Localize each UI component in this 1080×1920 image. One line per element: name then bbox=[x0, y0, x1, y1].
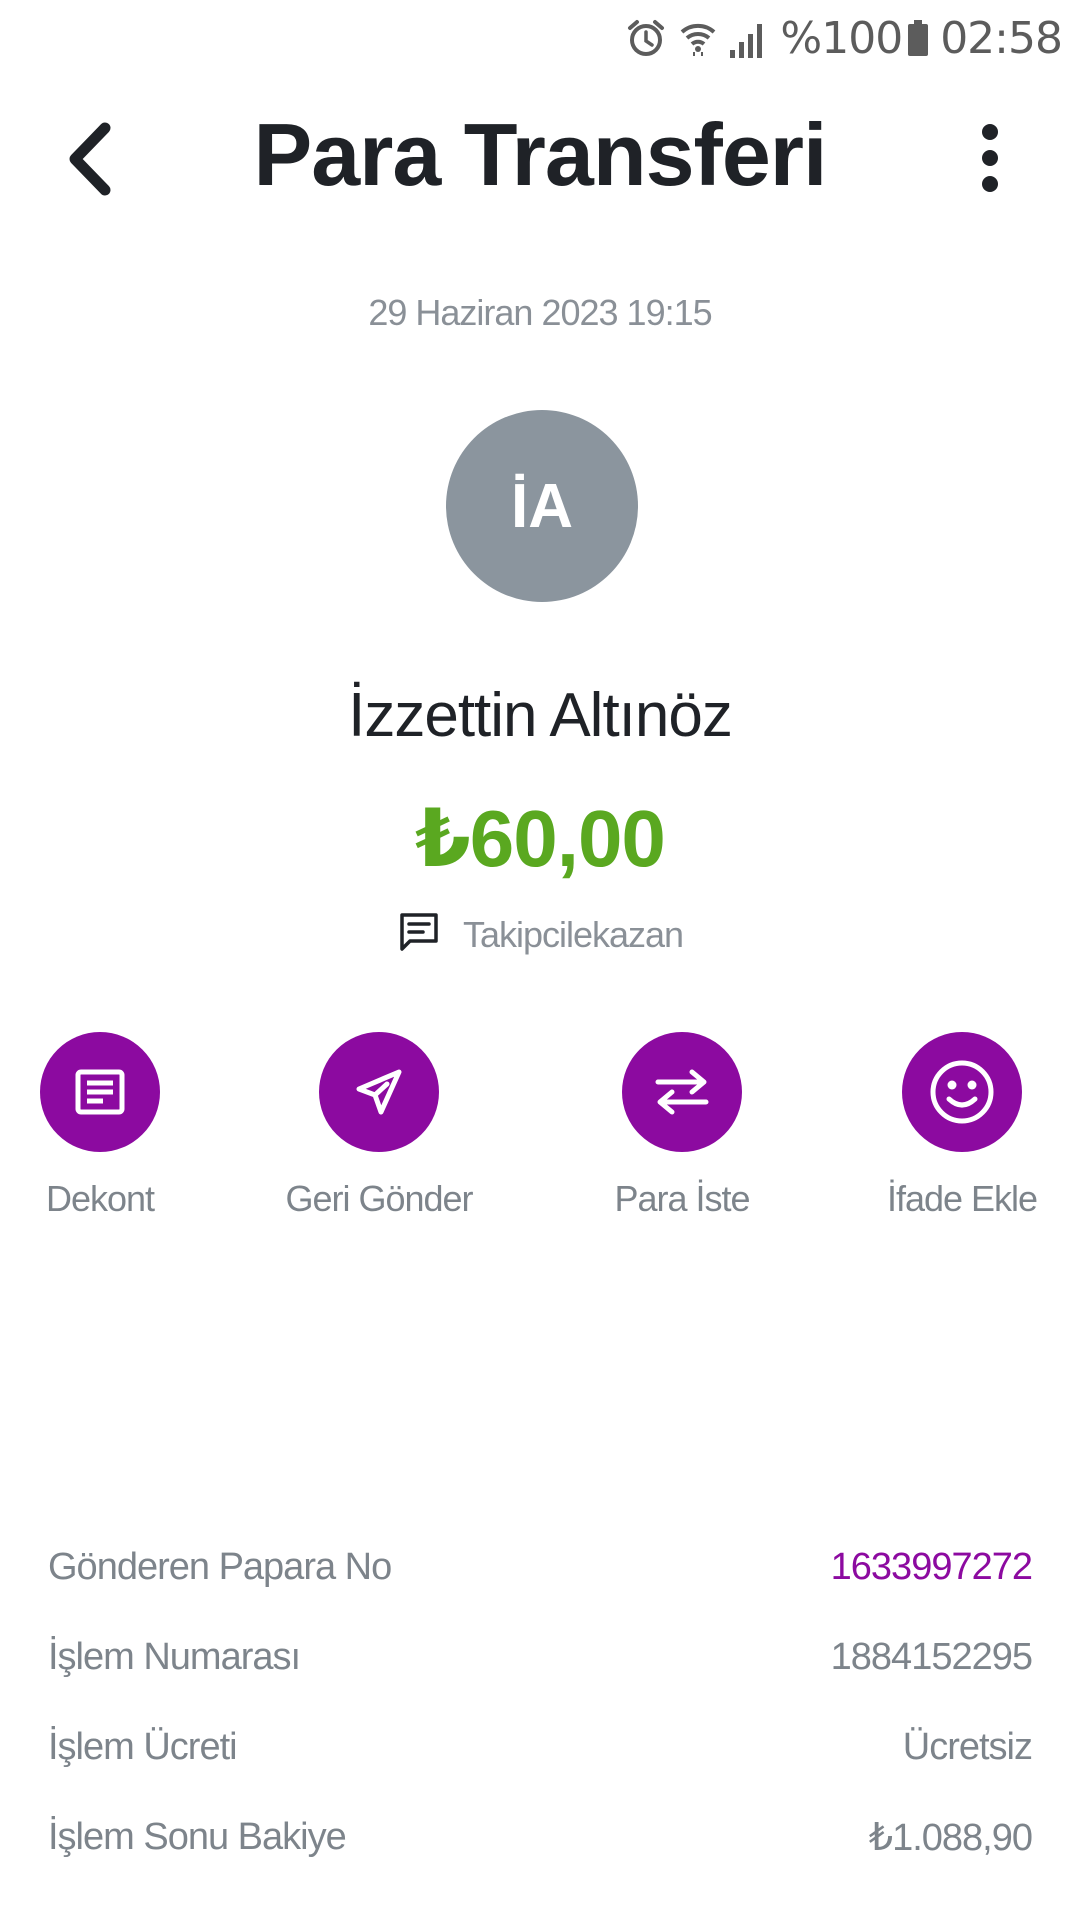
action-label-send-again: Geri Gönder bbox=[285, 1178, 473, 1219]
send-icon bbox=[319, 1032, 439, 1152]
more-options-button[interactable] bbox=[960, 110, 1020, 210]
detail-row-fee: İşlem Ücreti Ücretsiz bbox=[48, 1702, 1033, 1792]
detail-row-balance: İşlem Sonu Bakiye ₺1.088,90 bbox=[48, 1792, 1033, 1882]
avatar-initials: İA bbox=[511, 471, 573, 541]
detail-label: Gönderen Papara No bbox=[48, 1545, 392, 1588]
status-icons: %100 02:58 bbox=[624, 6, 1063, 70]
status-bar: %100 02:58 bbox=[0, 0, 1080, 78]
add-reaction-button[interactable]: İfade Ekle bbox=[832, 1032, 1080, 1220]
message-icon bbox=[397, 910, 441, 959]
battery-icon bbox=[906, 16, 930, 60]
receipt-icon bbox=[40, 1032, 160, 1152]
detail-row-transaction-no: İşlem Numarası 1884152295 bbox=[48, 1612, 1033, 1702]
receipt-button[interactable]: Dekont bbox=[0, 1032, 230, 1220]
detail-row-sender-no: Gönderen Papara No 1633997272 bbox=[48, 1522, 1033, 1612]
action-label-receipt: Dekont bbox=[45, 1178, 155, 1219]
detail-label: İşlem Sonu Bakiye bbox=[48, 1815, 347, 1858]
avatar: İA bbox=[446, 410, 638, 602]
transaction-number: 1884152295 bbox=[830, 1635, 1033, 1678]
alarm-icon bbox=[624, 16, 668, 60]
swap-icon bbox=[622, 1032, 742, 1152]
send-again-button[interactable]: Geri Gönder bbox=[249, 1032, 509, 1220]
more-vertical-icon bbox=[980, 123, 1000, 198]
sender-papara-number[interactable]: 1633997272 bbox=[831, 1546, 1033, 1589]
request-money-button[interactable]: Para İste bbox=[552, 1032, 812, 1220]
smiley-icon bbox=[902, 1032, 1022, 1152]
transaction-datetime: 29 Haziran 2023 19:15 bbox=[368, 292, 712, 333]
signal-icon bbox=[728, 16, 768, 60]
detail-label: İşlem Numarası bbox=[48, 1635, 301, 1678]
action-label-request-money: Para İste bbox=[614, 1178, 750, 1219]
note-text: Takipcilekazan bbox=[462, 913, 684, 955]
transfer-detail-screen: %100 02:58 Para Transferi 29 Haziran 202… bbox=[0, 0, 1080, 1920]
status-time: 02:58 bbox=[940, 12, 1063, 64]
recipient-name: İzzettin Altınöz bbox=[348, 681, 733, 750]
app-header: Para Transferi bbox=[0, 90, 1080, 230]
transaction-details: Gönderen Papara No 1633997272 İşlem Numa… bbox=[48, 1522, 1033, 1882]
action-label-add-reaction: İfade Ekle bbox=[886, 1178, 1038, 1219]
wifi-icon bbox=[676, 16, 720, 60]
detail-label: İşlem Ücreti bbox=[48, 1725, 238, 1768]
transaction-fee: Ücretsiz bbox=[902, 1725, 1033, 1768]
transfer-amount: ₺60,00 bbox=[415, 794, 666, 883]
battery-percentage: %100 bbox=[780, 12, 903, 64]
post-transaction-balance: ₺1.088,90 bbox=[868, 1816, 1033, 1859]
transfer-note: Takipcilekazan bbox=[0, 910, 1080, 959]
page-title: Para Transferi bbox=[253, 105, 828, 204]
